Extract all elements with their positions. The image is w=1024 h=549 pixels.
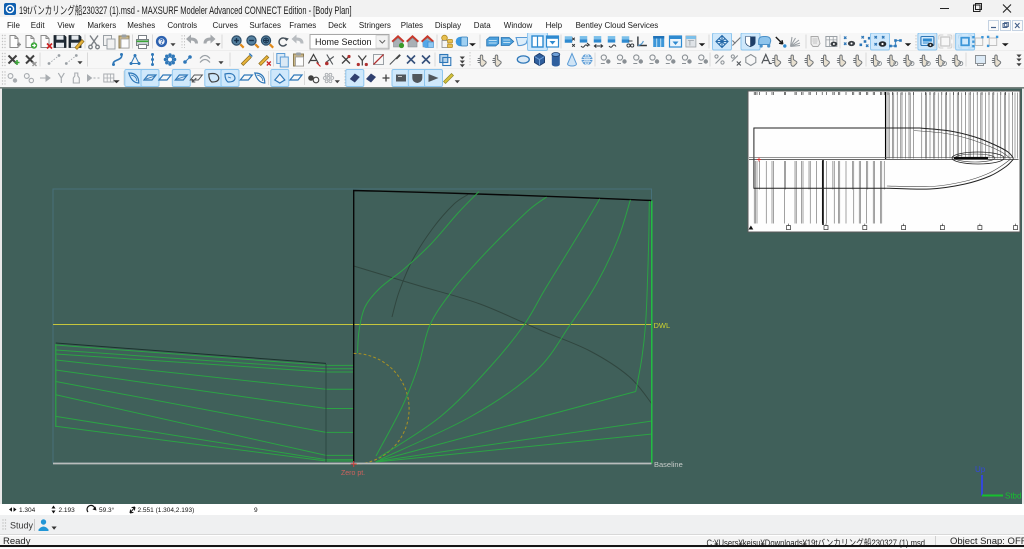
svg-text:Zero pt.: Zero pt. [341, 470, 365, 477]
svg-text:59.3°: 59.3° [99, 506, 115, 514]
svg-text:Stbd: Stbd [1005, 492, 1021, 501]
svg-text:DWL: DWL [654, 321, 671, 330]
svg-text:Home Section: Home Section [315, 37, 372, 47]
svg-text:2.193: 2.193 [59, 507, 76, 514]
svg-text:2.551 (1.304,2.193): 2.551 (1.304,2.193) [138, 507, 195, 514]
svg-text:?: ? [159, 39, 163, 46]
svg-text:Baseline: Baseline [654, 460, 683, 469]
svg-text:Up: Up [975, 465, 986, 474]
svg-text:1.304: 1.304 [19, 507, 36, 514]
svg-text:Study: Study [10, 521, 34, 531]
svg-text:9: 9 [254, 507, 258, 514]
